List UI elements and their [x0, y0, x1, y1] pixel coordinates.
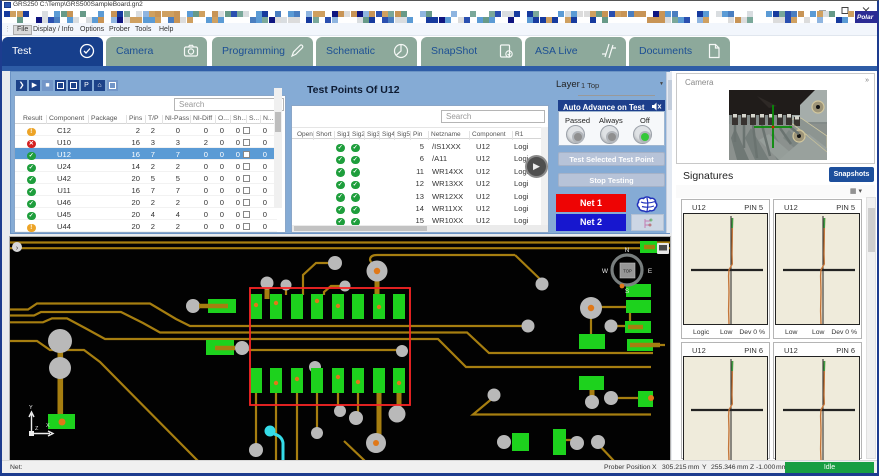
svg-text:N: N [625, 247, 630, 254]
svg-text:TOP: TOP [623, 269, 632, 274]
svg-text:Y: Y [29, 405, 33, 411]
svg-text:X: X [46, 423, 50, 429]
svg-text:W: W [602, 268, 609, 275]
svg-text:E: E [648, 268, 653, 275]
svg-text:S: S [625, 288, 630, 295]
